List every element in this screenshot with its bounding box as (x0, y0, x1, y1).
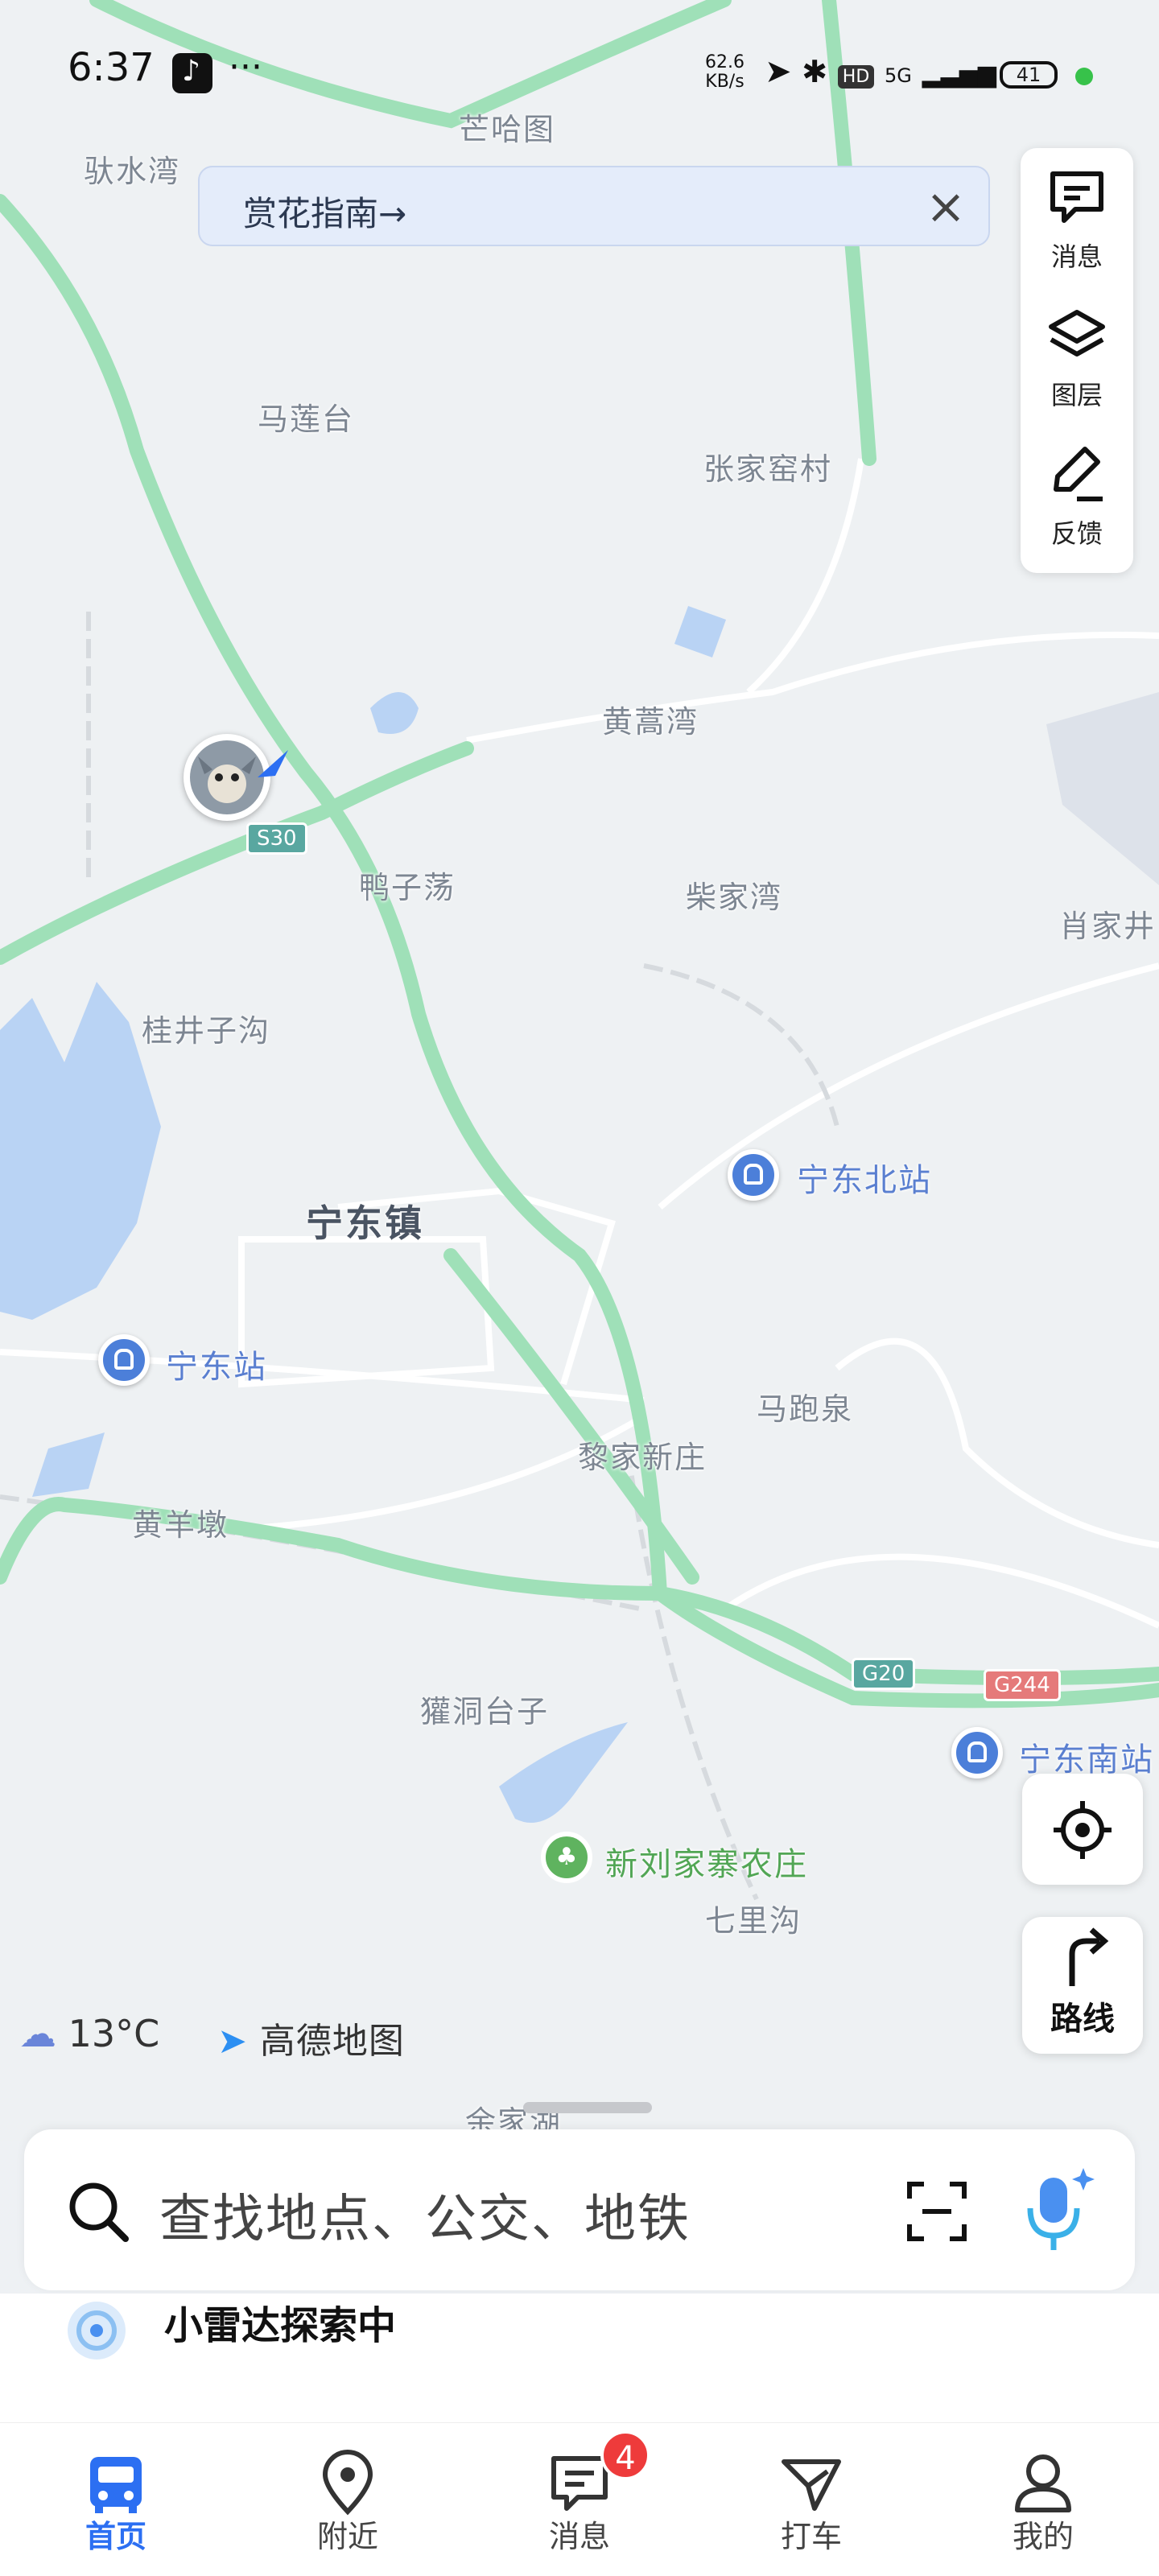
road-shield: S30 (246, 822, 307, 855)
tab-label: 我的 (1012, 2519, 1074, 2554)
map-label: 肖家井 (1059, 909, 1157, 944)
tab-messages[interactable]: 消息 (464, 2423, 695, 2576)
tab-label: 打车 (780, 2519, 842, 2554)
map-label: 驮水湾 (84, 154, 181, 189)
tab-taxi[interactable]: 打车 (695, 2423, 927, 2576)
feedback-icon (1054, 447, 1103, 501)
road-shield: G20 (852, 1658, 916, 1690)
status-icons: ➤ ✱ HD 5G ▂▃▅▆ (765, 53, 996, 90)
direction-arrow-icon (258, 750, 288, 777)
tab-label: 消息 (548, 2519, 610, 2554)
map-label: 黄蒿湾 (602, 704, 699, 740)
tab-home[interactable]: 首页 (0, 2423, 232, 2576)
net-speed-unit: KB/s (705, 72, 744, 92)
microphone-icon[interactable] (1017, 2162, 1098, 2258)
radar-text: 小雷达探索中 (164, 2303, 397, 2348)
search-placeholder[interactable]: 查找地点、公交、地铁 (159, 2178, 691, 2252)
side-layers-button[interactable]: 图层 (1021, 286, 1133, 415)
clock: 6:37 (68, 45, 155, 90)
station-label[interactable]: 宁东北站 (797, 1154, 932, 1201)
layers-icon (1049, 310, 1105, 357)
message-icon (1050, 171, 1103, 223)
route-icon (1069, 1927, 1109, 1986)
cloud-icon: ☁ (19, 2012, 56, 2055)
drag-handle[interactable] (523, 2102, 652, 2113)
bluetooth-icon: ✱ (802, 54, 828, 89)
tab-label: 首页 (85, 2519, 146, 2554)
search-icon (69, 2182, 129, 2242)
map-label: 芒哈图 (459, 112, 556, 147)
banner-text[interactable]: 赏花指南→ (243, 187, 406, 236)
map-label: 黄羊墩 (132, 1507, 229, 1543)
taxi-icon (782, 2459, 841, 2511)
station-icon[interactable] (98, 1334, 150, 1386)
map-label: 柴家湾 (686, 880, 783, 915)
side-messages-button[interactable]: 消息 (1021, 148, 1133, 277)
side-item-label: 反馈 (1050, 518, 1103, 549)
map-side-panel: 消息 图层 反馈 (1021, 148, 1133, 573)
radar-icon (68, 2302, 126, 2360)
locate-icon (1054, 1801, 1112, 1859)
net-speed-value: 62.6 (705, 52, 744, 72)
route-button[interactable]: 路线 (1022, 1917, 1143, 2054)
more-notifications: ··· (229, 47, 262, 88)
profile-icon (1015, 2454, 1071, 2512)
privacy-indicator (1075, 68, 1093, 85)
map-label: 七里沟 (705, 1903, 802, 1939)
tab-profile[interactable]: 我的 (927, 2423, 1159, 2576)
message-count-badge: 4 (600, 2430, 650, 2480)
brand-logo: ➤ 高德地图 (217, 2012, 405, 2063)
location-arrow-icon: ➤ (765, 53, 792, 90)
bus-icon (90, 2457, 142, 2513)
locate-button[interactable] (1022, 1774, 1143, 1885)
route-label: 路线 (1050, 2001, 1115, 2038)
tiktok-icon (172, 53, 212, 93)
road-shield: G244 (984, 1669, 1061, 1701)
map-roads (0, 0, 1159, 1901)
flower-guide-banner[interactable]: 赏花指南→ × (198, 166, 990, 246)
weather-widget[interactable]: ☁ 13°C (19, 2012, 159, 2055)
tab-label: 附近 (316, 2519, 378, 2554)
scan-icon[interactable] (905, 2179, 969, 2244)
station-label[interactable]: 宁东站 (166, 1341, 267, 1387)
station-icon[interactable] (728, 1149, 779, 1201)
side-item-label: 消息 (1050, 241, 1103, 272)
map-canvas[interactable]: 芒哈图 驮水湾 马莲台 张家窑村 黄蒿湾 鸭子荡 柴家湾 肖家井 桂井子沟 马跑… (0, 0, 1159, 2141)
search-bar[interactable]: 查找地点、公交、地铁 (24, 2129, 1135, 2290)
hd-icon: HD (837, 65, 875, 89)
battery-level: 41 (1000, 61, 1058, 89)
map-label: 桂井子沟 (142, 1013, 271, 1049)
map-label: 鸭子荡 (359, 870, 456, 905)
temperature: 13°C (68, 2012, 160, 2055)
map-label: 张家窑村 (703, 451, 833, 487)
tab-nearby[interactable]: 附近 (232, 2423, 464, 2576)
map-label: 黎家新庄 (578, 1440, 707, 1475)
location-pin-icon (322, 2450, 373, 2516)
signal-icon: ▂▃▅▆ (922, 60, 996, 89)
network-type: 5G (885, 64, 912, 87)
status-bar: 6:37 ··· 62.6 KB/s ➤ ✱ HD 5G ▂▃▅▆ 41 (0, 0, 1159, 93)
brand-name: 高德地图 (259, 2021, 405, 2062)
poi-label[interactable]: 新刘家寨农庄 (605, 1838, 808, 1885)
amap-logo-icon: ➤ (217, 2021, 248, 2062)
network-speed: 62.6 KB/s (705, 53, 744, 92)
radar-status[interactable]: 小雷达探索中 (0, 2294, 1159, 2422)
side-feedback-button[interactable]: 反馈 (1021, 425, 1133, 554)
station-icon[interactable] (951, 1727, 1003, 1778)
town-label: 宁东镇 (306, 1201, 424, 1245)
map-label: 獾洞台子 (420, 1694, 550, 1729)
map-label: 马莲台 (258, 402, 355, 437)
map-label: 马跑泉 (757, 1391, 854, 1427)
bottom-tab-bar: 首页 附近 消息 打车 我的 (0, 2422, 1159, 2576)
side-item-label: 图层 (1050, 380, 1103, 410)
close-icon[interactable]: × (918, 179, 974, 235)
farm-icon[interactable]: ♣ (541, 1832, 592, 1883)
